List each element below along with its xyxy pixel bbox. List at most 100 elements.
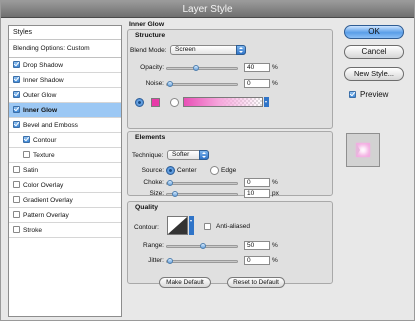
source-center-radio[interactable] [166,166,175,175]
opacity-slider[interactable] [166,65,238,71]
anti-aliased-label: Anti-aliased [216,223,250,230]
select-arrows-icon [199,150,209,160]
ok-button[interactable]: OK [344,25,404,39]
window-title: Layer Style [1,1,414,18]
style-item-stroke[interactable]: Stroke [9,223,121,238]
choke-input[interactable]: 0 [244,178,270,187]
style-item-satin[interactable]: Satin [9,163,121,178]
jitter-slider[interactable] [166,258,238,264]
opacity-slider-handle[interactable] [193,65,199,71]
style-checkbox[interactable] [13,181,20,188]
opacity-input[interactable]: 40 [244,63,270,72]
range-slider-handle[interactable] [200,243,206,249]
blend-mode-label: Blend Mode: [130,47,167,54]
new-style-button[interactable]: New Style... [344,67,404,81]
style-item-texture[interactable]: Texture [9,148,121,163]
jitter-input[interactable]: 0 [244,256,270,265]
range-input[interactable]: 50 [244,241,270,250]
noise-label: Noise: [145,80,164,87]
elements-title: Elements [135,134,166,141]
solid-color-radio[interactable] [135,98,144,107]
style-checkbox[interactable] [13,196,20,203]
style-item-gradient-overlay[interactable]: Gradient Overlay [9,193,121,208]
contour-picker[interactable] [167,216,188,235]
style-checkbox[interactable] [23,136,30,143]
style-item-inner-glow[interactable]: Inner Glow [9,103,121,118]
style-item-inner-shadow[interactable]: Inner Shadow [9,73,121,88]
style-item-label: Color Overlay [23,182,64,189]
size-label: Size: [149,190,164,197]
structure-group [127,29,333,129]
preview-bevel-edge [356,143,360,157]
noise-slider-handle[interactable] [167,81,173,87]
opacity-label: Opacity: [140,64,164,71]
noise-input[interactable]: 0 [244,79,270,88]
style-checkbox[interactable] [13,61,20,68]
blend-mode-select[interactable]: Screen [170,45,246,55]
source-label: Source: [141,167,164,174]
jitter-unit: % [272,257,278,264]
choke-unit: % [272,179,278,186]
style-item-contour[interactable]: Contour [9,133,121,148]
glow-gradient-swatch[interactable] [183,97,263,107]
reset-to-default-button[interactable]: Reset to Default [227,277,285,288]
make-default-button[interactable]: Make Default [159,277,211,288]
structure-title: Structure [135,32,166,39]
style-checkbox[interactable] [13,121,20,128]
contour-label: Contour: [134,224,159,231]
style-item-blending-options-custom[interactable]: Blending Options: Custom [9,40,121,58]
technique-select[interactable]: Softer [167,150,209,160]
style-item-pattern-overlay[interactable]: Pattern Overlay [9,208,121,223]
source-edge-radio[interactable] [210,166,219,175]
size-unit: px [272,190,279,197]
style-item-label: Outer Glow [23,92,57,99]
inner-glow-panel: Inner Glow Structure Blend Mode: Screen … [124,18,334,318]
style-item-label: Stroke [23,227,43,234]
source-edge-label: Edge [221,167,237,174]
choke-slider[interactable] [166,180,238,186]
style-item-label: Inner Shadow [23,77,64,84]
opacity-unit: % [272,64,278,71]
gradient-radio[interactable] [170,98,179,107]
style-item-label: Gradient Overlay [23,197,73,204]
style-item-label: Drop Shadow [23,62,63,69]
styles-header[interactable]: Styles [9,26,121,40]
inner-glow-title: Inner Glow [129,21,165,28]
style-checkbox[interactable] [13,106,20,113]
style-item-color-overlay[interactable]: Color Overlay [9,178,121,193]
style-item-drop-shadow[interactable]: Drop Shadow [9,58,121,73]
style-item-label: Inner Glow [23,107,58,114]
style-checkbox[interactable] [23,151,30,158]
jitter-label: Jitter: [148,257,164,264]
jitter-slider-handle[interactable] [167,258,173,264]
style-checkbox[interactable] [13,226,20,233]
range-slider[interactable] [166,243,238,249]
style-preview-thumbnail [346,133,380,167]
style-item-bevel-and-emboss[interactable]: Bevel and Emboss [9,118,121,133]
style-item-label: Texture [33,152,55,159]
select-arrows-icon [236,45,246,55]
style-checkbox[interactable] [13,211,20,218]
gradient-dropdown-arrow-icon[interactable] [264,97,269,107]
style-checkbox[interactable] [13,76,20,83]
style-checkbox[interactable] [13,91,20,98]
style-item-label: Bevel and Emboss [23,122,78,129]
contour-dropdown-arrow-icon[interactable] [189,216,194,235]
blend-mode-value: Screen [175,46,196,53]
anti-aliased-checkbox[interactable] [204,223,211,230]
size-slider-handle[interactable] [172,191,178,197]
glow-color-swatch[interactable] [151,98,160,107]
cancel-button[interactable]: Cancel [344,45,404,59]
style-item-outer-glow[interactable]: Outer Glow [9,88,121,103]
noise-unit: % [272,80,278,87]
range-label: Range: [143,242,164,249]
preview-checkbox[interactable] [349,91,356,98]
style-item-label: Contour [33,137,57,144]
style-item-label: Blending Options: Custom [13,45,90,52]
size-input[interactable]: 10 [244,189,270,198]
choke-slider-handle[interactable] [167,180,173,186]
style-checkbox[interactable] [13,166,20,173]
size-slider[interactable] [166,191,238,197]
noise-slider[interactable] [166,81,238,87]
style-item-label: Satin [23,167,39,174]
